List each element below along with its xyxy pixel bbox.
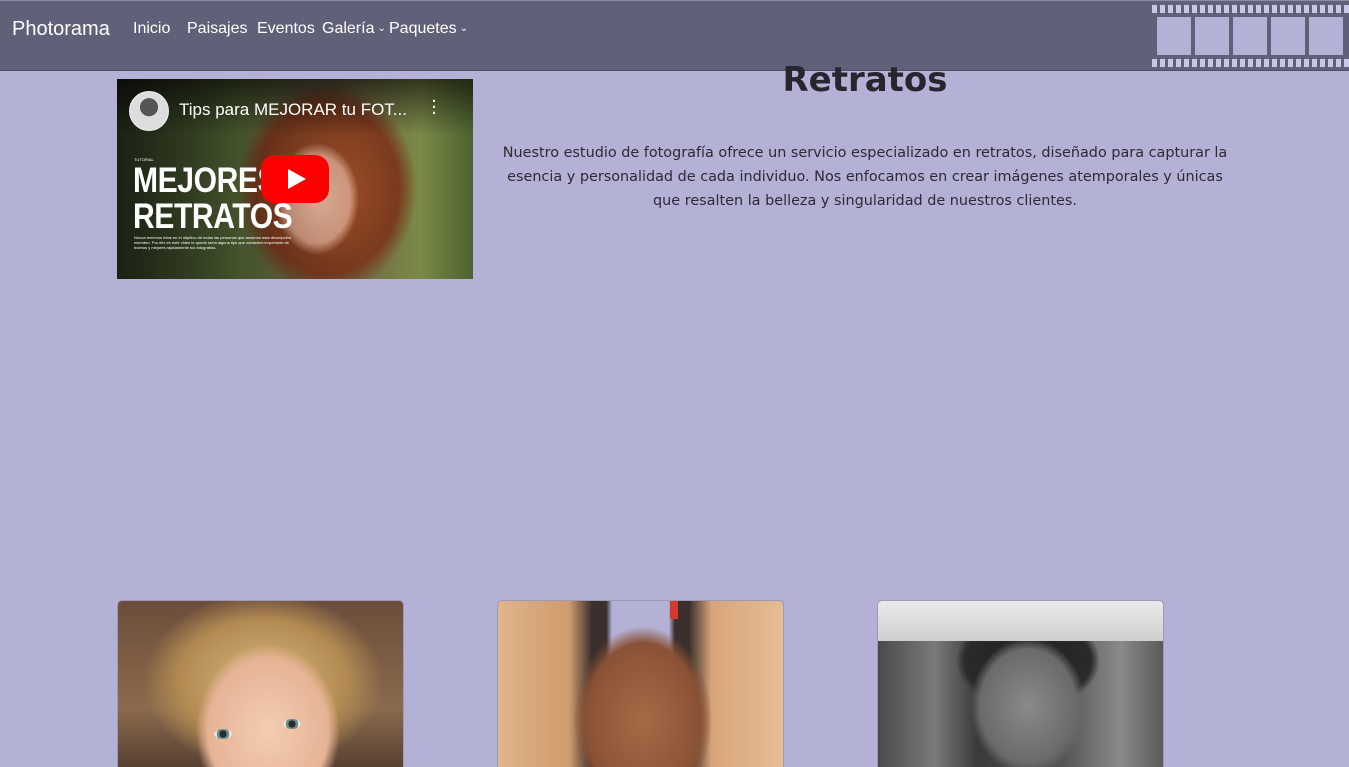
film-frame (1233, 17, 1267, 55)
film-holes-top (1152, 5, 1349, 13)
play-button-icon[interactable] (261, 155, 329, 203)
video-overlay-line2: RETRATOS (133, 197, 293, 236)
film-frame (1271, 17, 1305, 55)
portrait-card-man[interactable] (877, 600, 1164, 767)
page-title: Retratos (782, 60, 948, 100)
nav-inicio[interactable]: Inicio (133, 20, 170, 38)
video-title[interactable]: Tips para MEJORAR tu FOT... (179, 100, 419, 120)
nav-paquetes-dropdown[interactable]: Paquetes ⌄ (389, 20, 468, 38)
film-frame (1195, 17, 1229, 55)
nav-paisajes[interactable]: Paisajes (187, 20, 247, 38)
portrait-card-woman[interactable] (497, 600, 784, 767)
chevron-down-icon: ⌄ (459, 23, 468, 34)
video-overlay-line1: MEJORES (133, 161, 278, 200)
chevron-down-icon: ⌄ (377, 23, 386, 34)
channel-avatar[interactable] (129, 91, 169, 131)
nav-paisajes-label: Paisajes (187, 20, 248, 37)
youtube-video-embed[interactable]: Tips para MEJORAR tu FOT... · · · TUTORIAL… (117, 79, 473, 279)
video-overlay-small-text: Nunca tenemos fotos en el objetivo de to… (134, 235, 291, 250)
nav-paquetes-label: Paquetes (389, 20, 457, 37)
nav-eventos[interactable]: Eventos (257, 20, 315, 38)
nav-galeria-label: Galería (322, 20, 375, 37)
nav-eventos-label: Eventos (257, 20, 315, 37)
page-description: Nuestro estudio de fotografía ofrece un … (502, 145, 1228, 209)
more-options-icon[interactable]: · · · (429, 93, 439, 123)
portrait-image (214, 729, 232, 739)
film-frame (1309, 17, 1343, 55)
nav-galeria-dropdown[interactable]: Galería ⌄ (322, 20, 386, 38)
film-frame (1157, 17, 1191, 55)
portrait-image (283, 719, 301, 729)
portrait-card-child[interactable] (117, 600, 404, 767)
brand-logo[interactable]: Photorama (12, 18, 110, 41)
nav-inicio-label: Inicio (133, 20, 171, 37)
